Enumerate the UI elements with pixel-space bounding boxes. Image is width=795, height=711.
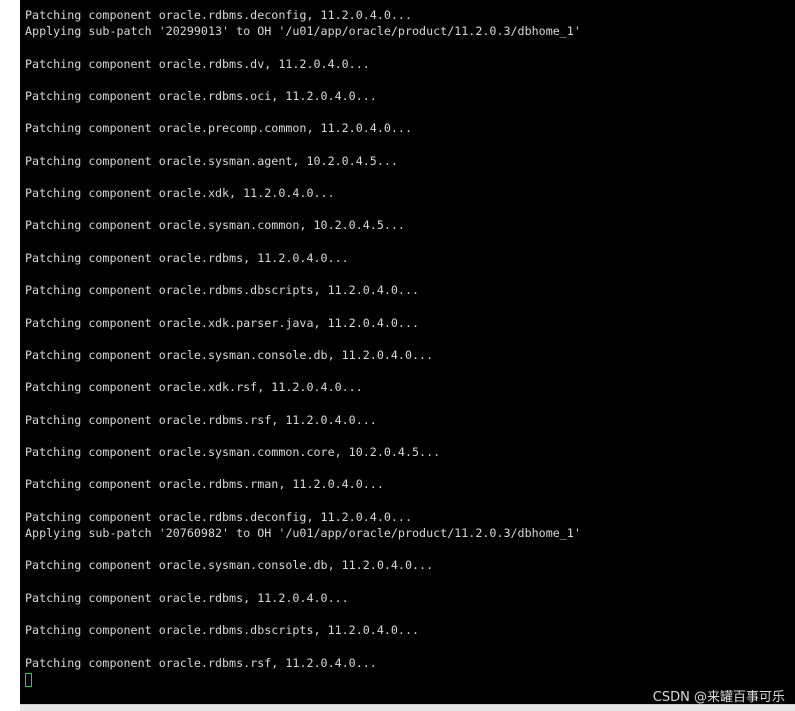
terminal-line: Patching component oracle.rdbms.deconfig… [25, 509, 413, 524]
terminal-line: Patching component oracle.sysman.common,… [25, 218, 405, 233]
terminal-cursor [25, 672, 32, 687]
terminal-line: Patching component oracle.sysman.common.… [25, 445, 441, 460]
terminal-line: Patching component oracle.rdbms.rman, 11… [25, 477, 384, 492]
terminal-line: Patching component oracle.rdbms, 11.2.0.… [25, 590, 349, 605]
terminal-window[interactable]: Patching component oracle.rdbms.deconfig… [20, 0, 795, 704]
terminal-output: Patching component oracle.rdbms.deconfig… [25, 7, 581, 687]
terminal-line: Patching component oracle.rdbms.oci, 11.… [25, 88, 377, 103]
terminal-line: Patching component oracle.rdbms.rsf, 11.… [25, 412, 377, 427]
watermark-text: CSDN @来罐百事可乐 [652, 690, 785, 705]
terminal-line: Applying sub-patch '20299013' to OH '/u0… [25, 24, 581, 39]
terminal-line: Patching component oracle.sysman.console… [25, 558, 434, 573]
terminal-line: Patching component oracle.xdk, 11.2.0.4.… [25, 186, 335, 201]
terminal-line: Patching component oracle.rdbms.dbscript… [25, 623, 420, 638]
terminal-line: Patching component oracle.sysman.console… [25, 347, 434, 362]
terminal-line: Patching component oracle.xdk.parser.jav… [25, 315, 420, 330]
terminal-line: Patching component oracle.sysman.agent, … [25, 153, 398, 168]
window-left-edge [0, 0, 20, 711]
terminal-line: Applying sub-patch '20760982' to OH '/u0… [25, 526, 581, 540]
terminal-line: Patching component oracle.precomp.common… [25, 121, 413, 136]
terminal-line: Patching component oracle.rdbms.deconfig… [25, 8, 413, 22]
terminal-line: Patching component oracle.rdbms.dbscript… [25, 283, 420, 298]
terminal-line: Patching component oracle.rdbms, 11.2.0.… [25, 250, 349, 265]
terminal-line: Patching component oracle.rdbms.rsf, 11.… [25, 655, 377, 670]
window-bottom-edge [20, 704, 795, 711]
terminal-line: Patching component oracle.rdbms.dv, 11.2… [25, 56, 370, 71]
terminal-prompt-line[interactable] [25, 671, 581, 687]
terminal-line: Patching component oracle.xdk.rsf, 11.2.… [25, 380, 363, 395]
